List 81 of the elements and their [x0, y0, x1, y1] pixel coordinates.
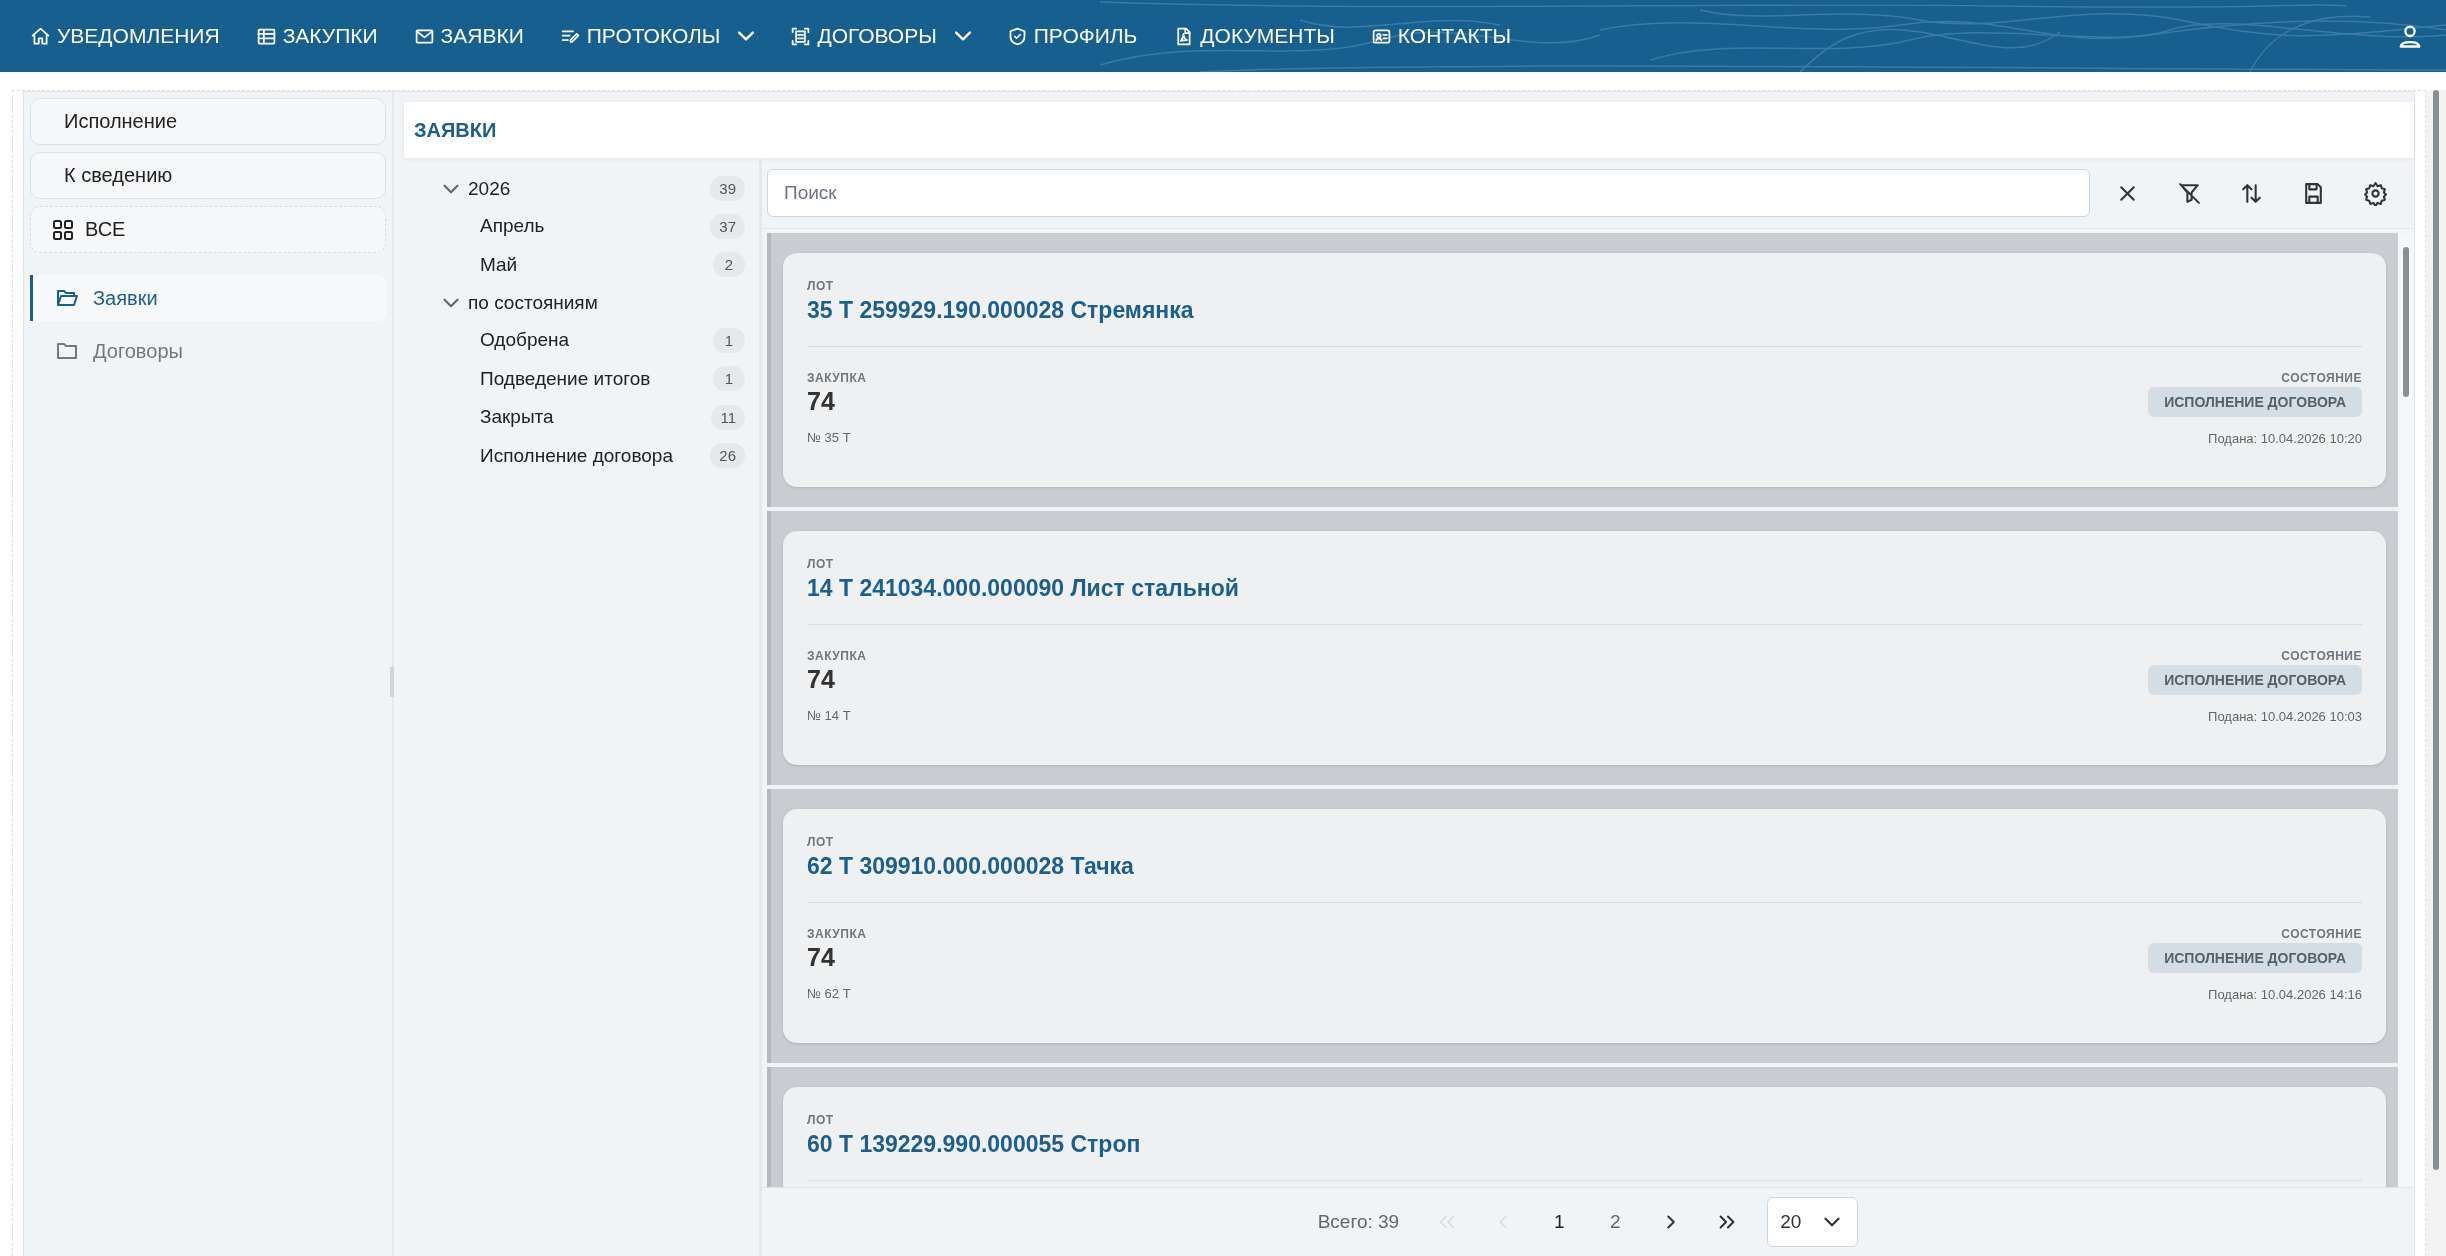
grid-icon — [51, 217, 75, 242]
lot-title[interactable]: 60 Т 139229.990.000055 Строп — [807, 1131, 2362, 1181]
submitted-date: Подана: 10.04.2026 14:16 — [2208, 987, 2362, 1002]
status-badge: ИСПОЛНЕНИЕ ДОГОВОРА — [2148, 943, 2362, 973]
count-badge: 1 — [713, 327, 745, 353]
tree-label: Исполнение договора — [480, 444, 673, 467]
chevron-down-icon — [954, 31, 971, 41]
status-label: СОСТОЯНИЕ — [2281, 649, 2362, 663]
submitted-date: Подана: 10.04.2026 10:03 — [2208, 709, 2362, 724]
lot-number: № 14 Т — [807, 708, 852, 723]
tree-item[interactable]: Исполнение договора 26 — [442, 436, 745, 475]
count-badge: 26 — [710, 443, 745, 469]
count-badge: 11 — [711, 404, 745, 430]
tree-item[interactable]: Закрыта 11 — [442, 398, 745, 437]
nav-link[interactable]: ПРОФИЛЬ — [1006, 24, 1138, 48]
tree-item[interactable]: Подведение итогов 1 — [442, 359, 745, 398]
nav-link[interactable]: УВЕДОМЛЕНИЯ — [30, 24, 220, 48]
purchase-label: ЗАКУПКА — [807, 371, 867, 385]
lot-label: ЛОТ — [807, 557, 835, 571]
page-scrollbar[interactable] — [2433, 90, 2439, 1170]
tree-item[interactable]: по состояниям — [442, 284, 745, 321]
nav-link[interactable]: КОНТАКТЫ — [1370, 24, 1512, 48]
status-badge: ИСПОЛНЕНИЕ ДОГОВОРА — [2148, 387, 2362, 417]
page-button[interactable]: 2 — [1587, 1198, 1644, 1246]
tree-label: 2026 — [468, 177, 511, 200]
lot-label: ЛОТ — [807, 279, 835, 293]
lot-card[interactable]: ЛОТ 62 Т 309910.000.000028 Тачка ЗАКУПКА 74 № 62 Т СОСТОЯНИЕ ИСПОЛНЕНИЕ ДОГОВОРА Подана: 10.04.2026 14:16 — [783, 809, 2386, 1043]
tree-label: по состояниям — [468, 291, 598, 314]
tree-item[interactable]: Одобрена 1 — [442, 321, 745, 360]
total-count: Всего: 39 — [1317, 1211, 1400, 1233]
menu-button[interactable]: Исполнение — [30, 98, 386, 145]
tree-label: Апрель — [480, 215, 545, 238]
page-button[interactable]: 1 — [1531, 1198, 1588, 1246]
tree-label: Одобрена — [480, 329, 570, 352]
tree-label: Подведение итогов — [480, 367, 651, 390]
status-badge: ИСПОЛНЕНИЕ ДОГОВОРА — [2148, 665, 2362, 695]
filter-off-icon — [2176, 180, 2202, 206]
tree-label: Закрыта — [480, 406, 554, 429]
purchase-number: 74 — [807, 943, 836, 972]
lot-title[interactable]: 62 Т 309910.000.000028 Тачка — [807, 853, 2362, 903]
page-size-select[interactable]: 20 — [1767, 1197, 1859, 1247]
count-badge: 37 — [710, 213, 745, 239]
purchase-label: ЗАКУПКА — [807, 649, 867, 663]
submitted-date: Подана: 10.04.2026 10:20 — [2208, 431, 2362, 446]
lot-label: ЛОТ — [807, 835, 835, 849]
lot-number: № 35 Т — [807, 430, 852, 445]
lot-card[interactable]: ЛОТ 14 Т 241034.000.000090 Лист стальной ЗАКУПКА 74 № 14 Т СОСТОЯНИЕ ИСПОЛНЕНИЕ ДОГОВОРА Подана: 10.04.2026 10:03 — [783, 531, 2386, 765]
lot-card[interactable]: ЛОТ 60 Т 139229.990.000055 Строп — [783, 1087, 2386, 1187]
document-scan-icon — [790, 25, 812, 47]
status-label: СОСТОЯНИЕ — [2281, 371, 2362, 385]
count-badge: 1 — [713, 366, 745, 392]
nav-link[interactable]: ДОКУМЕНТЫ — [1173, 24, 1335, 48]
menu-button[interactable]: К сведению — [30, 152, 386, 199]
count-badge: 39 — [710, 176, 745, 201]
tree-item[interactable]: Май 2 — [442, 245, 745, 284]
purchase-number: 74 — [807, 387, 836, 416]
status-label: СОСТОЯНИЕ — [2281, 927, 2362, 941]
purchase-label: ЗАКУПКА — [807, 927, 867, 941]
nav-link[interactable]: ПРОТОКОЛЫ — [559, 24, 755, 48]
nav-link[interactable]: ЗАЯВКИ — [413, 24, 524, 48]
purchase-number: 74 — [807, 665, 836, 694]
lot-title[interactable]: 35 Т 259929.190.000028 Стремянка — [807, 297, 2362, 347]
lot-label: ЛОТ — [807, 1113, 835, 1127]
lot-card[interactable]: ЛОТ 35 Т 259929.190.000028 Стремянка ЗАКУПКА 74 № 35 Т СОСТОЯНИЕ ИСПОЛНЕНИЕ ДОГОВОРА Подана: 10.04.2026 10:20 — [783, 253, 2386, 487]
search-field[interactable]: Поиск — [767, 169, 2090, 217]
nav-link[interactable]: ЗАКУПКИ — [255, 24, 378, 48]
tree-item[interactable]: 2026 39 — [442, 170, 745, 207]
scrollbar[interactable] — [2398, 233, 2414, 1187]
tree-item[interactable]: Апрель 37 — [442, 207, 745, 246]
tree-label: Май — [480, 253, 518, 276]
section-title: ЗАЯВКИ — [414, 118, 497, 142]
folder-item[interactable]: Заявки — [30, 275, 386, 321]
chevron-down-icon — [738, 31, 755, 41]
lot-title[interactable]: 14 Т 241034.000.000090 Лист стальной — [807, 575, 2362, 625]
all-button[interactable]: ВСЕ — [30, 206, 386, 253]
count-badge: 2 — [713, 252, 745, 278]
home-icon — [30, 25, 51, 47]
lot-number: № 62 Т — [807, 986, 852, 1001]
nav-link[interactable]: ДОГОВОРЫ — [790, 24, 971, 48]
folder-item[interactable]: Договоры — [30, 328, 386, 374]
settings-icon — [2362, 180, 2388, 206]
